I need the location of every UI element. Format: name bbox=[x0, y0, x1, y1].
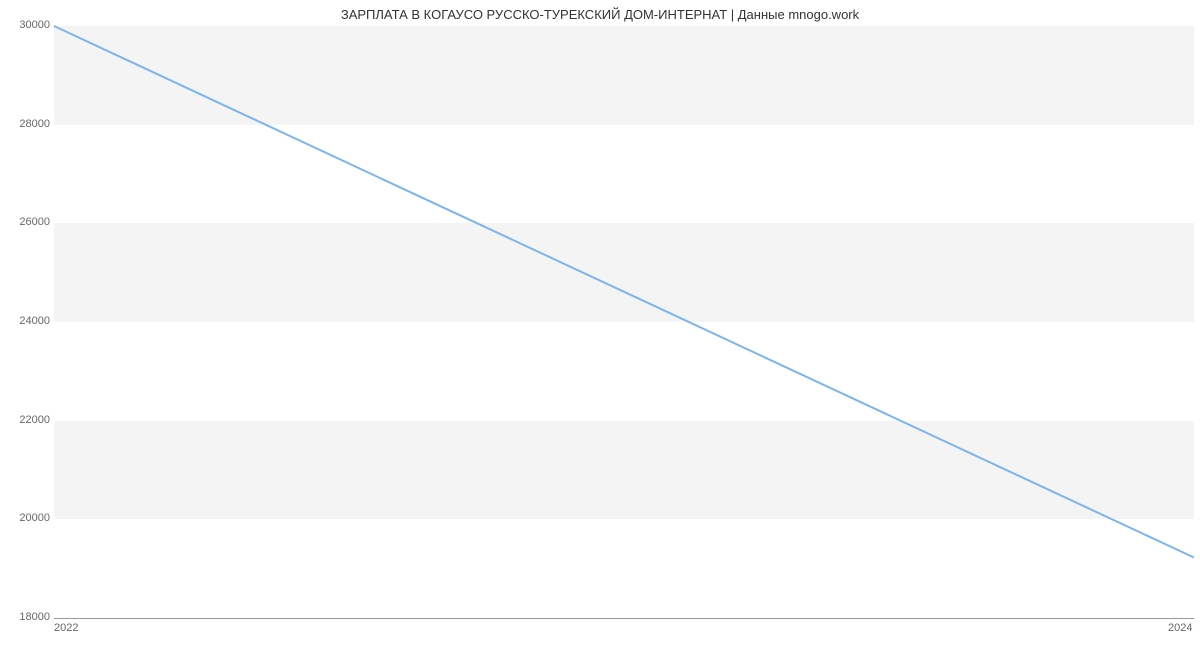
y-tick-label: 22000 bbox=[8, 414, 50, 426]
x-tick-label: 2022 bbox=[54, 622, 78, 634]
y-tick-label: 30000 bbox=[8, 19, 50, 31]
plot-area bbox=[54, 26, 1194, 619]
y-tick-label: 26000 bbox=[8, 216, 50, 228]
y-tick-label: 24000 bbox=[8, 315, 50, 327]
chart-title: ЗАРПЛАТА В КОГАУСО РУССКО-ТУРЕКСКИЙ ДОМ-… bbox=[0, 7, 1200, 22]
y-tick-label: 28000 bbox=[8, 118, 50, 130]
data-series-line bbox=[54, 26, 1194, 558]
y-tick-label: 20000 bbox=[8, 512, 50, 524]
line-layer bbox=[54, 26, 1194, 618]
x-tick-label: 2024 bbox=[1168, 622, 1192, 634]
chart-container: ЗАРПЛАТА В КОГАУСО РУССКО-ТУРЕКСКИЙ ДОМ-… bbox=[0, 0, 1200, 650]
y-tick-label: 18000 bbox=[8, 611, 50, 623]
